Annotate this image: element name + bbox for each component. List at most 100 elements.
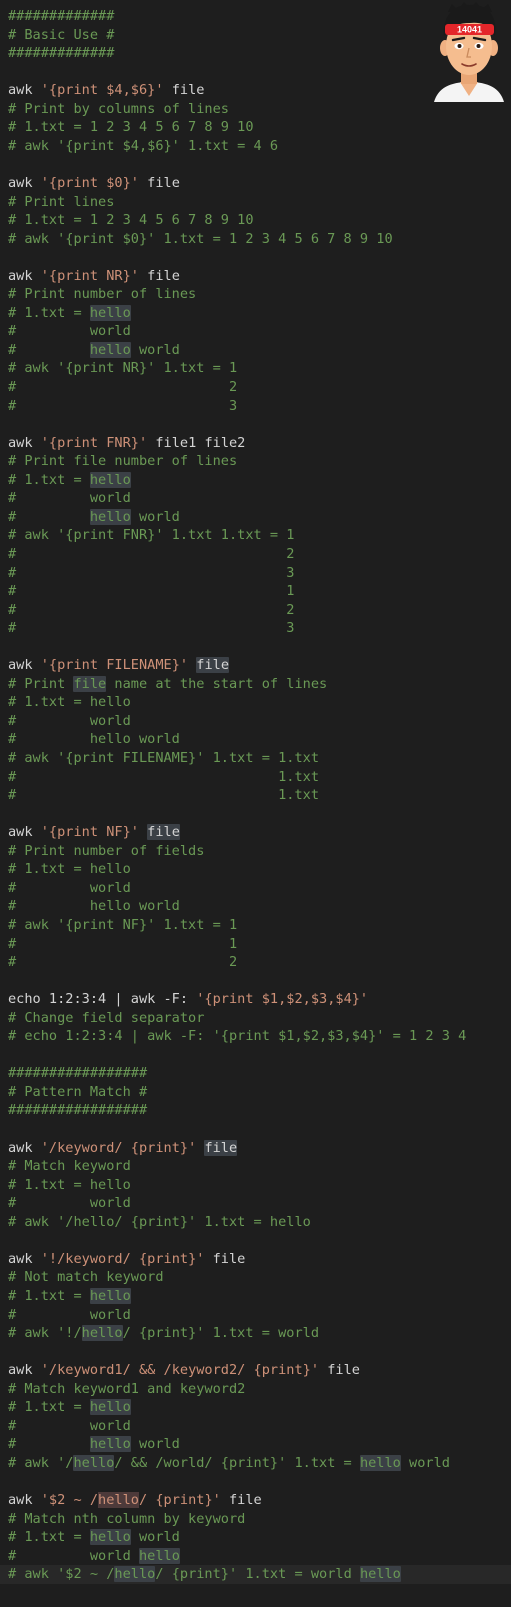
- code-line[interactable]: awk '{print $4,$6}' file: [8, 81, 204, 100]
- code-line[interactable]: # hello world: [8, 508, 180, 527]
- code-token: # awk '!/: [8, 1325, 82, 1342]
- code-line[interactable]: # awk '/hello/ {print}' 1.txt = hello: [8, 1213, 311, 1232]
- code-line[interactable]: # Print file number of lines: [8, 452, 237, 471]
- code-line[interactable]: # 2: [8, 953, 237, 972]
- code-line[interactable]: # world: [8, 1194, 131, 1213]
- code-line[interactable]: # 2: [8, 378, 237, 397]
- search-match: hello: [89, 471, 131, 488]
- code-line[interactable]: awk '{print $0}' file: [8, 174, 180, 193]
- code-line[interactable]: # awk '{print $0}' 1.txt = 1 2 3 4 5 6 7…: [8, 230, 393, 249]
- code-line[interactable]: # echo 1:2:3:4 | awk -F: '{print $1,$2,$…: [8, 1027, 466, 1046]
- search-match: hello: [89, 1436, 131, 1453]
- code-line[interactable]: awk '$2 ~ /hello/ {print}' file: [8, 1491, 262, 1510]
- code-line[interactable]: echo 1:2:3:4 | awk -F: '{print $1,$2,$3,…: [8, 990, 368, 1009]
- code-line[interactable]: # Match keyword: [8, 1157, 131, 1176]
- code-line[interactable]: # Basic Use #: [8, 26, 114, 45]
- code-line[interactable]: # 1: [8, 582, 294, 601]
- code-line[interactable]: # 1.txt = hello: [8, 1398, 131, 1417]
- code-line[interactable]: # awk '{print NR}' 1.txt = 1: [8, 359, 237, 378]
- search-match: hello: [114, 1566, 156, 1583]
- code-line[interactable]: awk '/keyword1/ && /keyword2/ {print}' f…: [8, 1361, 360, 1380]
- code-line[interactable]: # 1: [8, 935, 237, 954]
- code-line[interactable]: # awk '{print FILENAME}' 1.txt = 1.txt: [8, 749, 319, 768]
- code-line[interactable]: # hello world: [8, 730, 180, 749]
- code-line[interactable]: # Match nth column by keyword: [8, 1510, 245, 1529]
- code-line[interactable]: # 1.txt = hello: [8, 860, 131, 879]
- code-line[interactable]: # world: [8, 1306, 131, 1325]
- code-line[interactable]: awk '{print NF}' file: [8, 823, 180, 842]
- code-token: awk: [8, 1492, 41, 1508]
- code-token: # world: [8, 712, 131, 729]
- code-line[interactable]: # hello world: [8, 341, 180, 360]
- code-line[interactable]: # Pattern Match #: [8, 1083, 147, 1102]
- code-token: awk: [8, 434, 41, 451]
- search-match: file: [196, 657, 230, 674]
- code-line[interactable]: # Print number of lines: [8, 285, 196, 304]
- code-line[interactable]: # world: [8, 879, 131, 898]
- code-line[interactable]: # 1.txt: [8, 786, 319, 805]
- code-token: '$2 ~ /: [40, 1492, 99, 1508]
- code-token: '/keyword/ {print}': [40, 1139, 197, 1156]
- search-match: hello: [89, 304, 131, 321]
- code-line[interactable]: awk '/keyword/ {print}' file: [8, 1139, 238, 1158]
- code-line[interactable]: # Print by columns of lines: [8, 100, 229, 119]
- code-line[interactable]: # 1.txt = hello world: [8, 1528, 180, 1547]
- code-line[interactable]: # 1.txt = hello: [8, 471, 131, 490]
- code-line[interactable]: # hello world: [8, 1435, 180, 1454]
- code-line[interactable]: awk '{print FILENAME}' file: [8, 656, 230, 675]
- code-line[interactable]: # awk '/hello/ && /world/ {print}' 1.txt…: [8, 1454, 450, 1473]
- code-line[interactable]: #############: [8, 7, 114, 26]
- code-line[interactable]: # 1.txt = hello: [8, 1287, 131, 1306]
- code-token: '{print $1,$2,$3,$4}': [196, 991, 369, 1008]
- code-line[interactable]: # awk '{print $4,$6}' 1.txt = 4 6: [8, 137, 278, 156]
- code-line[interactable]: # 2: [8, 601, 294, 620]
- code-line[interactable]: # Print file name at the start of lines: [8, 675, 327, 694]
- code-token: / {print}' 1.txt = world: [122, 1325, 320, 1342]
- code-line[interactable]: # 3: [8, 619, 294, 638]
- code-line[interactable]: # Print number of fields: [8, 842, 204, 861]
- search-match: hello: [89, 1529, 131, 1546]
- code-token: awk: [8, 82, 41, 99]
- code-line[interactable]: # world: [8, 712, 131, 731]
- code-token: # awk '{print FILENAME}' 1.txt = 1.txt: [8, 750, 319, 766]
- code-line[interactable]: # awk '!/hello/ {print}' 1.txt = world: [8, 1324, 319, 1343]
- code-line[interactable]: # hello world: [8, 897, 180, 916]
- code-line[interactable]: # 3: [8, 397, 237, 416]
- code-token: world: [130, 508, 180, 525]
- code-line[interactable]: # Match keyword1 and keyword2: [8, 1380, 245, 1399]
- code-line[interactable]: #############: [8, 44, 114, 63]
- code-token: # awk '{print NF}' 1.txt = 1: [8, 916, 238, 933]
- code-line[interactable]: awk '!/keyword/ {print}' file: [8, 1250, 245, 1269]
- code-line[interactable]: # 1.txt = hello: [8, 1176, 131, 1195]
- code-line[interactable]: # awk '{print NF}' 1.txt = 1: [8, 916, 237, 935]
- code-line[interactable]: # world: [8, 322, 131, 341]
- code-line[interactable]: awk '{print NR}' file: [8, 267, 180, 286]
- code-line[interactable]: # world: [8, 1417, 131, 1436]
- code-line[interactable]: # 1.txt = hello: [8, 304, 131, 323]
- code-token: name at the start of lines: [106, 675, 328, 692]
- code-token: # 1.txt = hello: [8, 1176, 131, 1193]
- code-line[interactable]: # 1.txt = hello: [8, 693, 131, 712]
- code-line[interactable]: # 1.txt = 1 2 3 4 5 6 7 8 9 10: [8, 118, 254, 137]
- code-line[interactable]: awk '{print FNR}' file1 file2: [8, 434, 245, 453]
- code-line[interactable]: # awk '{print FNR}' 1.txt 1.txt = 1: [8, 526, 294, 545]
- code-line[interactable]: # awk '$2 ~ /hello/ {print}' 1.txt = wor…: [0, 1565, 511, 1585]
- code-line[interactable]: # 3: [8, 564, 294, 583]
- code-token: awk: [8, 1362, 41, 1379]
- code-line[interactable]: # Print lines: [8, 193, 114, 212]
- code-token: awk: [8, 267, 41, 284]
- code-line[interactable]: #################: [8, 1064, 147, 1083]
- code-line[interactable]: #################: [8, 1101, 147, 1120]
- code-line[interactable]: # Not match keyword: [8, 1268, 164, 1287]
- code-token: # world: [8, 1417, 131, 1434]
- code-line[interactable]: # Change field separator: [8, 1009, 204, 1028]
- code-line[interactable]: # 1.txt: [8, 768, 319, 787]
- code-line[interactable]: # world: [8, 489, 131, 508]
- code-line[interactable]: # 2: [8, 545, 294, 564]
- search-match: hello: [138, 1547, 180, 1564]
- code-token: # 1.txt =: [8, 1399, 90, 1416]
- code-line[interactable]: # 1.txt = 1 2 3 4 5 6 7 8 9 10: [8, 211, 254, 230]
- code-line[interactable]: # world hello: [8, 1547, 180, 1566]
- code-token: '{print FILENAME}': [40, 657, 189, 674]
- code-token: file: [220, 1492, 262, 1508]
